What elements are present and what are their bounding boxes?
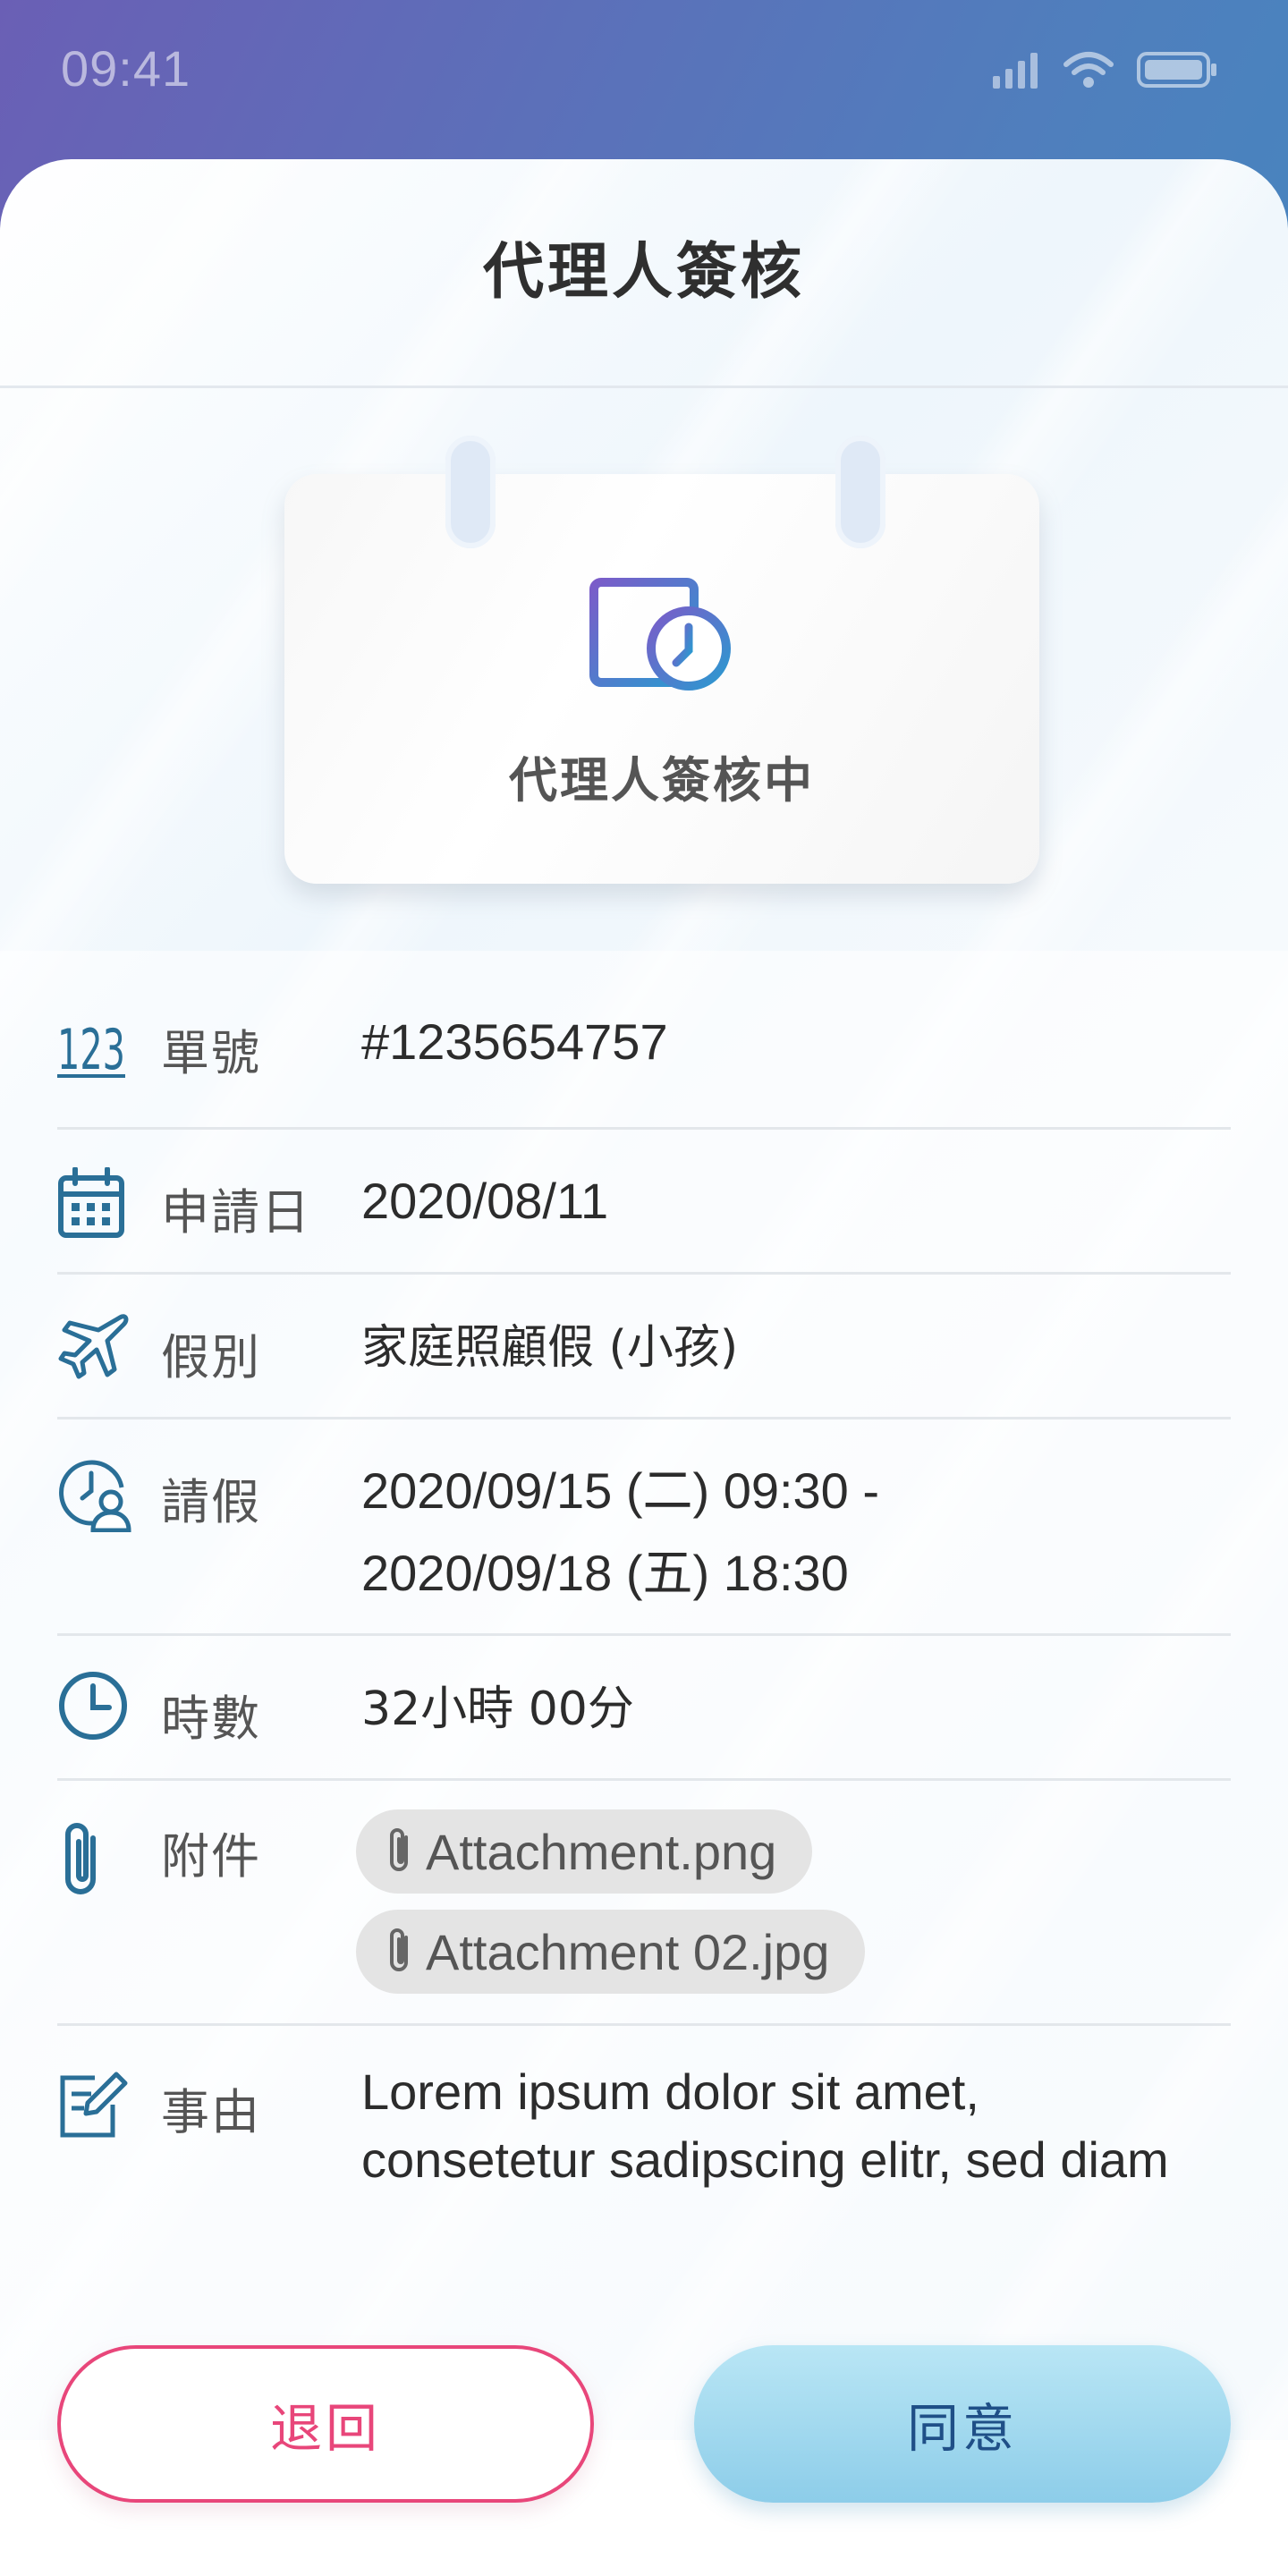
- row-leave-type: 假別 家庭照顧假 (小孩): [57, 1275, 1231, 1419]
- paperclip-icon: [390, 1928, 408, 1971]
- reason-line: Lorem ipsum dolor sit amet,: [361, 2063, 979, 2120]
- leave-type-label: 假別: [161, 1329, 261, 1385]
- order-number-value: #1235654757: [361, 1013, 668, 1070]
- reason-label: 事由: [161, 2084, 261, 2140]
- user-clock-icon: [59, 1460, 131, 1532]
- reason-value: Lorem ipsum dolor sit amet, consetetur s…: [361, 2058, 1169, 2194]
- row-leave-period: 請假 2020/09/15 (二) 09:30 - 2020/09/18 (五)…: [57, 1419, 1231, 1636]
- apply-date-label: 申請日: [161, 1184, 311, 1241]
- airplane-icon: [58, 1314, 129, 1379]
- status-hero: 代理人簽核中: [0, 391, 1288, 951]
- page-title: 代理人簽核: [482, 237, 805, 308]
- attachment-chip[interactable]: Attachment 02.jpg: [356, 1910, 866, 1994]
- svg-text:123: 123: [57, 1017, 125, 1080]
- duration-label: 時數: [161, 1690, 261, 1747]
- attachment-chip[interactable]: Attachment.png: [356, 1809, 813, 1894]
- attachment-filename: Attachment.png: [426, 1823, 777, 1880]
- leave-period-value: 2020/09/15 (二) 09:30 - 2020/09/18 (五) 18…: [361, 1450, 879, 1614]
- leave-period-label: 請假: [161, 1474, 261, 1530]
- order-number-label: 單號: [161, 1025, 261, 1081]
- schedule-clock-icon: [589, 578, 731, 691]
- number-123-icon: 123: [57, 1017, 125, 1080]
- row-apply-date: 申請日 2020/08/11: [57, 1130, 1231, 1275]
- row-reason: 事由 Lorem ipsum dolor sit amet, consetetu…: [57, 2026, 1231, 2205]
- reason-line: consetetur sadipscing elitr, sed diam: [361, 2131, 1169, 2188]
- status-bar: 09:41: [0, 0, 1288, 152]
- attachment-list: Attachment.png Attachment 02.jpg: [356, 1809, 866, 2010]
- row-attachments: 附件 Attachment.png Attachment 02.jpg: [57, 1781, 1231, 2026]
- leave-period-end: 2020/09/18 (五) 18:30: [361, 1545, 849, 1601]
- status-icons: [991, 50, 1218, 89]
- content-sheet: 代理人簽核 代理人簽核中 123 單號 #1235654757 申請日 2020…: [0, 159, 1288, 2576]
- attachments-label: 附件: [161, 1828, 261, 1885]
- page-header: 代理人簽核: [0, 159, 1288, 388]
- status-label: 代理人簽核中: [509, 752, 815, 809]
- battery-icon: [1137, 52, 1216, 88]
- approve-button[interactable]: 同意: [694, 2345, 1231, 2503]
- leave-period-start: 2020/09/15 (二) 09:30 -: [361, 1462, 880, 1519]
- row-duration: 時數 32小時 00分: [57, 1636, 1231, 1781]
- status-time: 09:41: [61, 40, 191, 97]
- reject-button[interactable]: 退回: [57, 2345, 594, 2503]
- row-order-number: 123 單號 #1235654757: [57, 951, 1231, 1130]
- leave-type-value: 家庭照顧假 (小孩): [361, 1321, 739, 1375]
- duration-value: 32小時 00分: [361, 1682, 634, 1736]
- signal-icon: [993, 53, 1038, 89]
- calendar-icon: [58, 1167, 124, 1238]
- attachment-filename: Attachment 02.jpg: [426, 1923, 830, 1980]
- detail-list: 123 單號 #1235654757 申請日 2020/08/11 假別 家庭照…: [0, 951, 1288, 2440]
- paperclip-icon: [390, 1828, 408, 1871]
- wifi-icon: [1063, 52, 1114, 88]
- edit-note-icon: [60, 2072, 128, 2138]
- status-card: 代理人簽核中: [284, 474, 1039, 884]
- paperclip-icon: [65, 1823, 96, 1894]
- clock-icon: [59, 1672, 127, 1740]
- binder-ring-left: [445, 436, 496, 548]
- apply-date-value: 2020/08/11: [361, 1173, 609, 1229]
- binder-ring-right: [835, 436, 886, 548]
